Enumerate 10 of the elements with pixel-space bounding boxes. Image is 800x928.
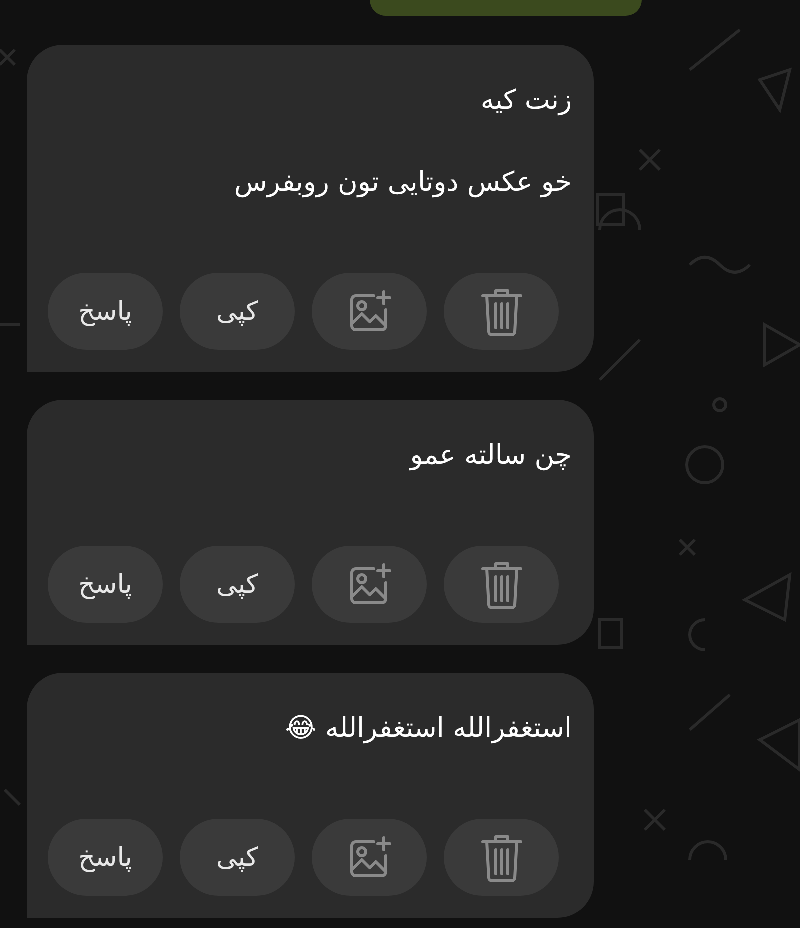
message-text: خو عکس دوتایی تون روبفرس [234, 166, 572, 200]
message-text: چن سالته عمو [410, 439, 572, 473]
copy-button[interactable]: کپی [180, 546, 295, 623]
copy-button[interactable]: کپی [180, 819, 295, 896]
reply-button[interactable]: پاسخ [48, 273, 163, 350]
reply-button[interactable]: پاسخ [48, 819, 163, 896]
message-text: زنت کیه [480, 84, 572, 118]
reply-button[interactable]: پاسخ [48, 546, 163, 623]
message-text: استغفرالله استغفرالله 😂 [285, 712, 572, 746]
copy-button[interactable]: کپی [180, 273, 295, 350]
